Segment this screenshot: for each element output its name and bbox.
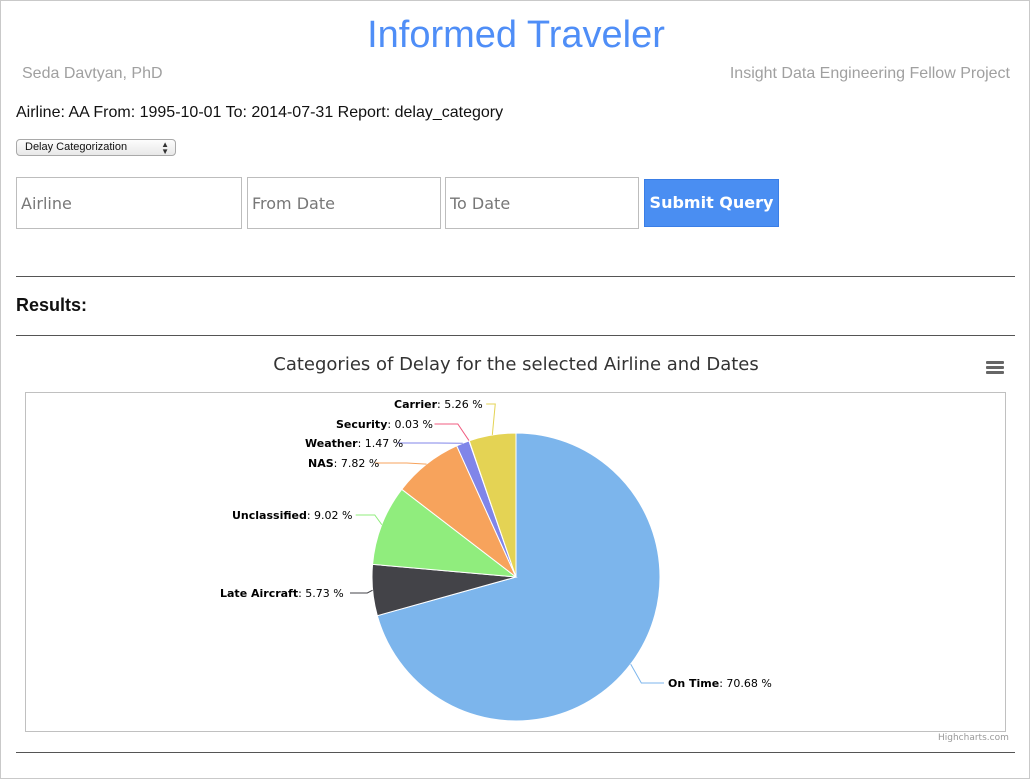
connector-late-aircraft <box>350 589 373 594</box>
connector-unclassified <box>355 514 383 526</box>
data-label-unclassified: Unclassified: 9.02 % <box>232 509 353 522</box>
data-label-carrier: Carrier: 5.26 % <box>394 398 483 411</box>
pie-chart: On Time: 70.68 % Late Aircraft: 5.73 % Unc… <box>220 398 772 722</box>
highcharts-credit[interactable]: Highcharts.com <box>938 733 1009 743</box>
connector-security <box>434 423 470 442</box>
data-label-weather: Weather: 1.47 % <box>305 437 403 450</box>
connector-carrier <box>486 403 496 436</box>
data-label-late-aircraft: Late Aircraft: 5.73 % <box>220 587 344 600</box>
data-label-security: Security: 0.03 % <box>336 418 433 431</box>
connector-nas <box>375 462 427 465</box>
data-label-nas: NAS: 7.82 % <box>308 457 379 470</box>
connector-on-time <box>630 663 664 684</box>
divider-bottom <box>16 752 1015 753</box>
data-label-on-time: On Time: 70.68 % <box>668 677 772 690</box>
